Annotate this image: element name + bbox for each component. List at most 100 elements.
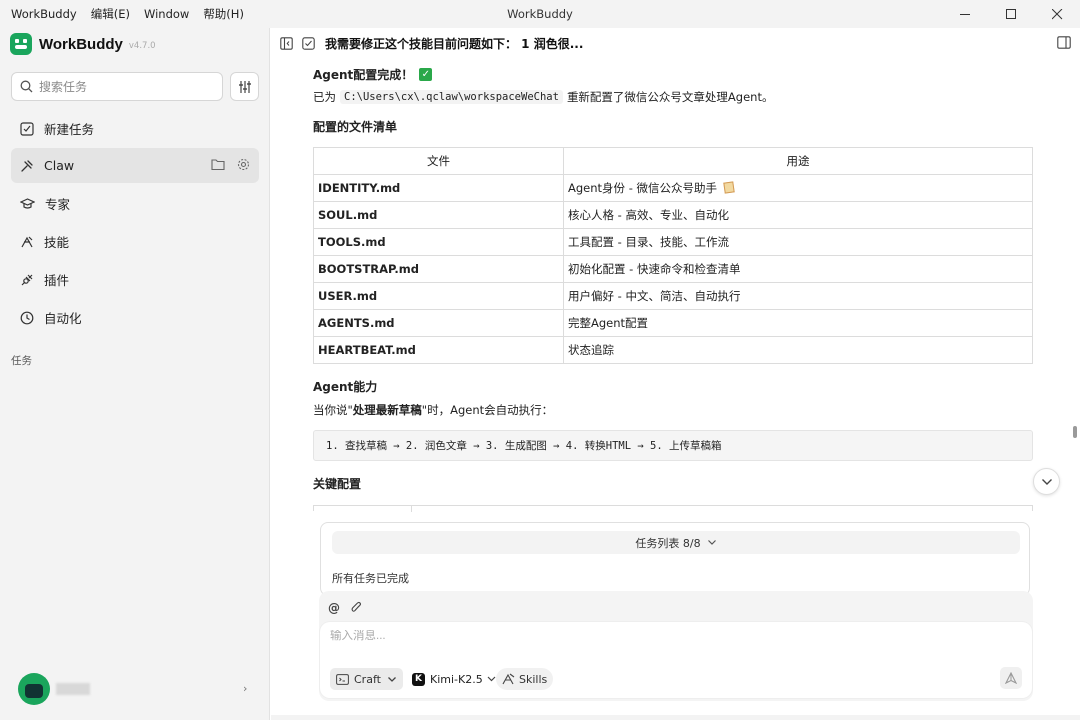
sidebar-item-experts[interactable]: 专家: [11, 186, 259, 221]
file-name: AGENTS.md: [313, 309, 564, 337]
menu-edit[interactable]: 编辑(E): [84, 0, 137, 28]
ability-keyword: 处理最新草稿: [352, 403, 422, 417]
sidebar-item-claw[interactable]: Claw: [11, 148, 259, 183]
table-row: BOOTSTRAP.md 初始化配置 - 快速命令和检查清单: [313, 255, 1033, 283]
sidebar-item-automation[interactable]: 自动化: [11, 300, 259, 335]
gear-icon[interactable]: [237, 158, 250, 171]
message-input[interactable]: [330, 630, 830, 642]
ability-description: 当你说"处理最新草稿"时，Agent会自动执行：: [313, 402, 1034, 418]
edit-square-icon: [20, 121, 34, 136]
file-name: USER.md: [313, 282, 564, 310]
sidebar-item-label: 插件: [44, 273, 70, 288]
skills-label: Skills: [519, 672, 548, 686]
minimize-icon: [959, 13, 970, 15]
menu-workbuddy[interactable]: WorkBuddy: [4, 0, 84, 28]
user-name-blurred: [56, 683, 90, 695]
title-bar: WorkBuddy 编辑(E) Window 帮助(H) WorkBuddy: [0, 0, 1080, 28]
sidebar-item-label: 技能: [44, 235, 70, 250]
mention-icon[interactable]: @: [328, 601, 340, 615]
task-check-icon: [302, 37, 315, 50]
clock-icon: [20, 311, 34, 324]
mode-label: Craft: [354, 672, 381, 686]
close-icon: [1051, 8, 1062, 19]
sidebar-toggle-icon[interactable]: [280, 37, 293, 50]
model-label: Kimi-K2.5: [430, 672, 483, 686]
panel-toggle-icon[interactable]: [1057, 36, 1071, 49]
table-row: HEARTBEAT.md 状态追踪: [313, 336, 1033, 364]
task-status: 所有任务已完成: [332, 572, 409, 585]
search-box[interactable]: [11, 72, 223, 101]
task-list-toggle[interactable]: 任务列表 8/8: [332, 531, 1020, 554]
chevron-down-icon: [1041, 478, 1052, 485]
graduation-cap-icon: [20, 197, 35, 209]
chevron-down-icon: [387, 676, 396, 682]
status-strip: [271, 715, 1080, 720]
table-row: SOUL.md 核心人格 - 高效、专业、自动化: [313, 201, 1033, 229]
menu-bar: WorkBuddy 编辑(E) Window 帮助(H): [0, 0, 251, 28]
kimi-icon: K: [412, 672, 425, 686]
scrollbar[interactable]: [1073, 426, 1077, 438]
search-input[interactable]: [39, 79, 199, 94]
message-input-area[interactable]: Craft K Kimi-K2.5 Skills: [320, 622, 1032, 698]
folder-icon[interactable]: [211, 158, 225, 171]
paperclip-icon[interactable]: [350, 601, 362, 614]
file-purpose: 工具配置 - 目录、技能、工作流: [563, 228, 1033, 256]
path-prefix: 已为: [313, 90, 336, 104]
table-row: USER.md 用户偏好 - 中文、简洁、自动执行: [313, 282, 1033, 310]
chevron-down-icon: [707, 540, 716, 545]
file-purpose: 完整Agent配置: [563, 309, 1033, 337]
file-purpose: 核心人格 - 高效、专业、自动化: [563, 201, 1033, 229]
maximize-icon: [1005, 8, 1016, 19]
sidebar-item-label: 新建任务: [44, 122, 95, 137]
skills-button[interactable]: Skills: [496, 668, 554, 690]
sidebar-item-new-task[interactable]: 新建任务: [11, 111, 259, 146]
chevron-right-icon[interactable]: ›: [243, 682, 247, 695]
column-header-purpose: 用途: [563, 147, 1033, 175]
chat-header: 我需要修正这个技能目前问题如下： 1 润色很...: [271, 28, 1080, 59]
sidebar: WorkBuddy v4.7.0 新建任务 Claw 专家 技能 插件: [0, 28, 270, 720]
sidebar-item-plugins[interactable]: 插件: [11, 262, 259, 297]
menu-window[interactable]: Window: [137, 0, 196, 28]
column-header-file: 文件: [313, 147, 564, 175]
message-content: Agent配置完成！ ✓ 已为 C:\Users\cx\.qclaw\works…: [313, 65, 1034, 512]
sidebar-item-skills[interactable]: 技能: [11, 224, 259, 259]
maximize-button[interactable]: [988, 0, 1034, 28]
model-selector[interactable]: K Kimi-K2.5: [412, 668, 496, 690]
files-table: 文件 用途 IDENTITY.md Agent身份 - 微信公众号助手 SOUL…: [313, 147, 1033, 364]
sidebar-item-label: Claw: [44, 158, 75, 173]
file-purpose: 用户偏好 - 中文、简洁、自动执行: [563, 282, 1033, 310]
send-button[interactable]: [1000, 667, 1022, 689]
brand-name: WorkBuddy: [39, 35, 123, 53]
user-profile[interactable]: [18, 673, 90, 705]
table-row: AGENTS.md 完整Agent配置: [313, 309, 1033, 337]
chevron-down-icon: [487, 676, 496, 682]
file-purpose: 初始化配置 - 快速命令和检查清单: [563, 255, 1033, 283]
avatar[interactable]: [18, 673, 50, 705]
scroll-to-bottom-button[interactable]: [1033, 468, 1060, 495]
main-panel: 我需要修正这个技能目前问题如下： 1 润色很... Agent配置完成！ ✓ 已…: [271, 28, 1080, 720]
file-name: SOUL.md: [313, 201, 564, 229]
workspace-path: C:\Users\cx\.qclaw\workspaceWeChat: [340, 90, 563, 104]
menu-help[interactable]: 帮助(H): [196, 0, 251, 28]
sliders-icon: [238, 80, 251, 93]
table-header-row: 文件 用途: [313, 147, 1033, 175]
pipeline-code-block: 1. 查找草稿 → 2. 润色文章 → 3. 生成配图 → 4. 转换HTML …: [313, 430, 1033, 461]
close-button[interactable]: [1034, 0, 1080, 28]
file-name: HEARTBEAT.md: [313, 336, 564, 364]
search-icon: [20, 80, 33, 93]
send-icon: [1005, 672, 1017, 684]
mode-selector[interactable]: Craft: [330, 668, 403, 690]
minimize-button[interactable]: [942, 0, 988, 28]
task-list-card: 任务列表 8/8 所有任务已完成: [320, 522, 1030, 596]
sidebar-item-label: 专家: [45, 197, 71, 212]
check-mark-icon: ✓: [419, 67, 433, 81]
folder-code-icon: [336, 673, 349, 685]
completion-title: Agent配置完成！: [313, 67, 414, 82]
key-config-heading: 关键配置: [313, 477, 362, 491]
filter-button[interactable]: [230, 72, 259, 101]
file-purpose: Agent身份 - 微信公众号助手: [563, 174, 1033, 202]
chat-title: 我需要修正这个技能目前问题如下： 1 润色很...: [325, 37, 584, 51]
memo-icon: [723, 181, 735, 194]
file-purpose-text: Agent身份 - 微信公众号助手: [568, 181, 717, 195]
workbuddy-logo-icon: [10, 33, 32, 55]
